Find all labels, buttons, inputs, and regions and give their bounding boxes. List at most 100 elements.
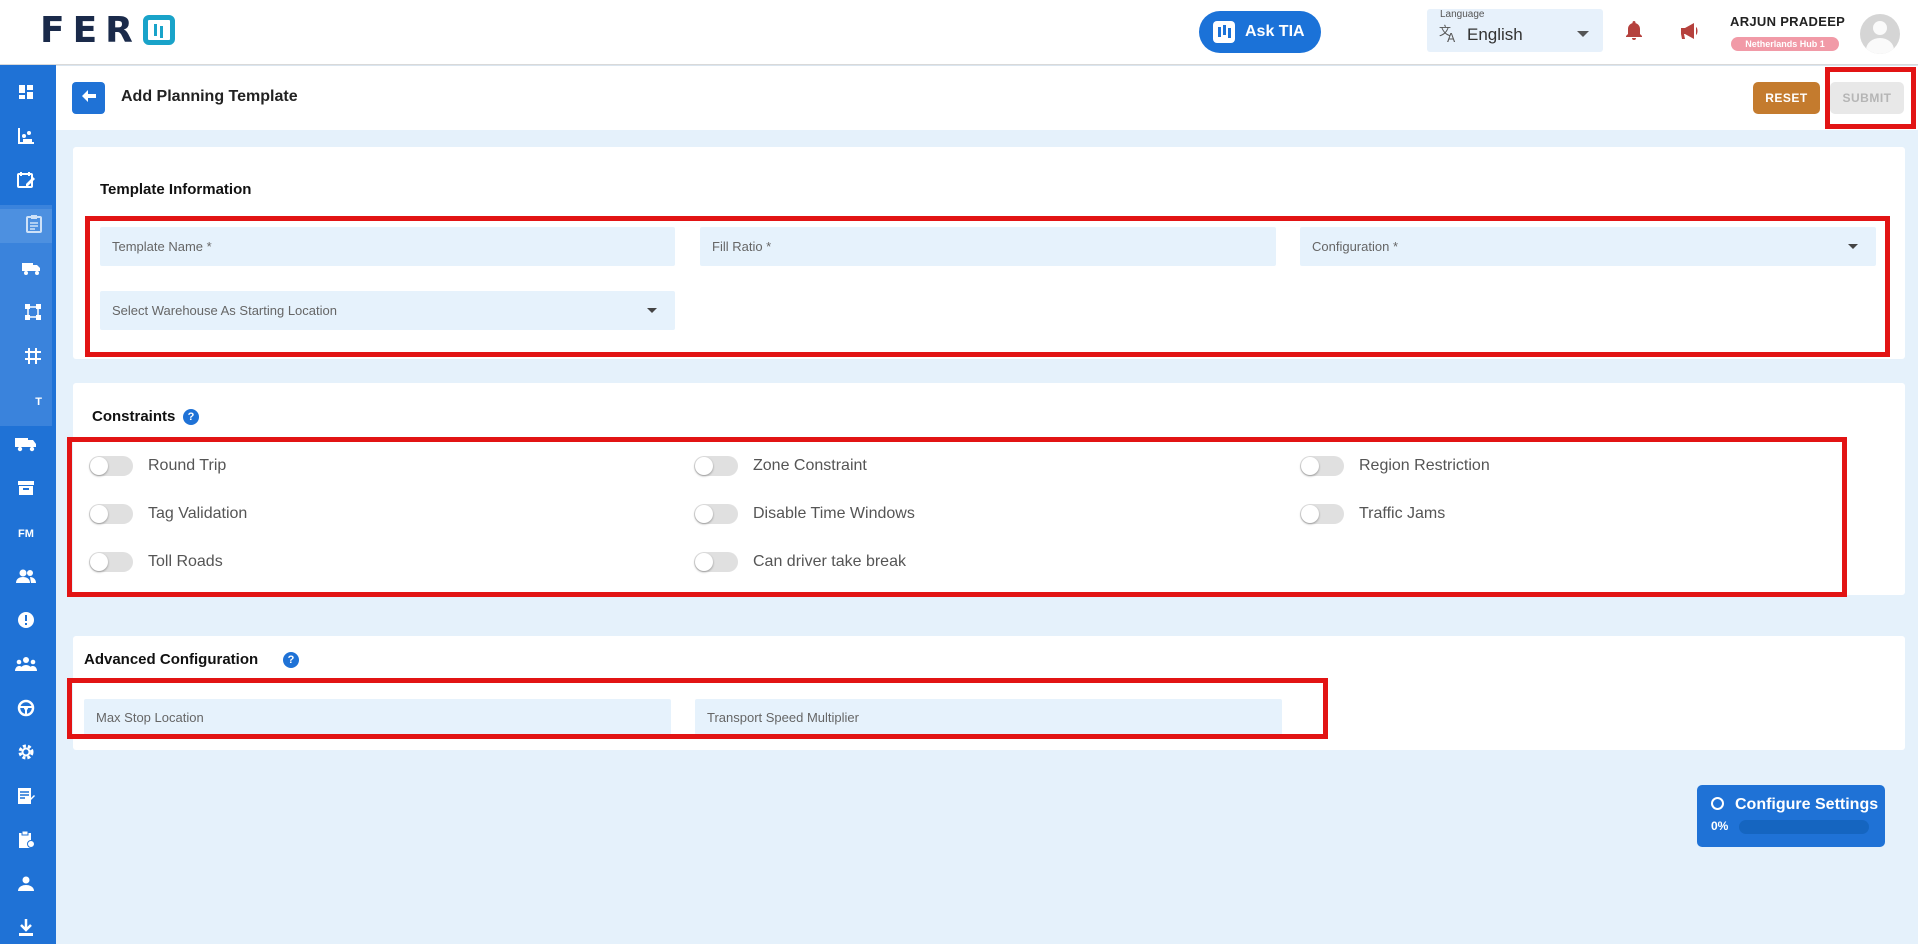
language-value: English (1467, 25, 1523, 44)
constraints-card: Constraints ? Round Trip Zone Constraint… (73, 383, 1905, 595)
fill-ratio-field[interactable] (700, 227, 1276, 266)
clipboard-icon (17, 830, 35, 854)
transport-speed-multiplier-field[interactable] (695, 699, 1282, 735)
constraint-traffic-jams: Traffic Jams (1300, 504, 1445, 524)
constraint-zone: Zone Constraint (694, 456, 867, 476)
sidebar-item-t[interactable]: T (0, 385, 52, 419)
megaphone-icon[interactable] (1679, 20, 1703, 42)
configure-settings-progress-bar (1739, 820, 1869, 834)
sidebar-item-info[interactable] (0, 605, 52, 639)
ask-tia-label: Ask TIA (1245, 23, 1305, 40)
page-title: Add Planning Template (121, 88, 298, 105)
toggle-label: Tag Validation (148, 505, 248, 522)
max-stop-location-field[interactable] (84, 699, 671, 735)
network-icon (24, 303, 42, 326)
fero-logo[interactable]: FER (40, 9, 175, 51)
team-icon (15, 656, 37, 677)
sidebar-item-grid[interactable] (0, 341, 52, 375)
sidebar-item-fm[interactable]: FM (0, 517, 52, 551)
svg-text:A: A (1447, 31, 1456, 43)
dashboard-icon (18, 84, 34, 105)
language-select[interactable]: Language 文A English (1427, 9, 1603, 52)
ask-tia-button[interactable]: Ask TIA (1199, 11, 1321, 53)
configure-settings-title: Configure Settings (1735, 796, 1879, 813)
configuration-select[interactable] (1300, 227, 1876, 266)
sidebar-item-fleet[interactable] (0, 253, 52, 287)
back-button[interactable] (72, 82, 105, 114)
sidebar-item-team[interactable] (0, 649, 52, 683)
configure-settings-percent: 0% (1711, 819, 1729, 833)
template-name-field[interactable] (100, 227, 675, 266)
sidebar-item-archive[interactable] (0, 473, 52, 507)
user-hub-badge: Netherlands Hub 1 (1731, 37, 1839, 51)
transport-speed-multiplier-input[interactable] (695, 699, 1282, 735)
toll-roads-toggle[interactable] (89, 552, 133, 572)
fill-ratio-input[interactable] (700, 227, 1276, 266)
sidebar-item-download[interactable] (0, 913, 52, 944)
user-name: ARJUN PRADEEP (1730, 14, 1846, 29)
arrow-left-icon (81, 89, 96, 107)
template-information-title: Template Information (100, 181, 252, 198)
sidebar-item-analytics[interactable] (0, 121, 52, 155)
sidebar-item-users[interactable] (0, 561, 52, 595)
circle-icon (1711, 797, 1724, 810)
delivery-truck-icon (15, 436, 37, 457)
advanced-configuration-card: Advanced Configuration ? (73, 636, 1905, 750)
sidebar: T FM (0, 65, 56, 944)
constraint-round-trip: Round Trip (89, 456, 226, 476)
avatar[interactable] (1860, 14, 1900, 54)
sidebar-item-user-badge[interactable] (0, 869, 52, 903)
constraint-region: Region Restriction (1300, 456, 1490, 476)
constraint-time-windows: Disable Time Windows (694, 504, 915, 524)
sidebar-item-settings[interactable] (0, 737, 52, 771)
template-name-input[interactable] (100, 227, 675, 266)
settings-icon (17, 743, 35, 766)
sidebar-item-clipboard[interactable] (0, 825, 52, 859)
traffic-jams-toggle[interactable] (1300, 504, 1344, 524)
region-restriction-toggle[interactable] (1300, 456, 1344, 476)
reset-button[interactable]: RESET (1753, 82, 1820, 114)
configuration-input[interactable] (1300, 227, 1876, 266)
help-icon[interactable]: ? (283, 652, 299, 668)
sidebar-item-planning[interactable] (0, 165, 52, 199)
warehouse-input[interactable] (100, 291, 675, 330)
toggle-label: Traffic Jams (1359, 505, 1446, 522)
chevron-down-icon (647, 308, 657, 313)
planning-icon (17, 171, 35, 194)
grid-icon (24, 347, 42, 370)
toggle-label: Zone Constraint (753, 457, 867, 474)
max-stop-location-input[interactable] (84, 699, 671, 735)
fm-icon: FM (18, 528, 34, 540)
submit-button[interactable]: SUBMIT (1830, 82, 1904, 114)
users-icon (16, 568, 36, 589)
constraint-toll-roads: Toll Roads (89, 552, 223, 572)
sidebar-item-notes[interactable] (0, 781, 52, 815)
notes-icon (17, 787, 35, 810)
constraints-title: Constraints (92, 408, 176, 425)
sidebar-item-delivery[interactable] (0, 429, 52, 463)
top-bar: FER Ask TIA Language 文A English ARJUN PR… (0, 0, 1918, 65)
info-icon (17, 611, 35, 634)
disable-time-windows-toggle[interactable] (694, 504, 738, 524)
tag-validation-toggle[interactable] (89, 504, 133, 524)
sidebar-item-drivers[interactable] (0, 693, 52, 727)
constraint-driver-break: Can driver take break (694, 552, 906, 572)
template-information-card: Template Information (73, 147, 1905, 359)
warehouse-select[interactable] (100, 291, 675, 330)
help-icon[interactable]: ? (183, 409, 199, 425)
sidebar-item-dashboard[interactable] (0, 77, 52, 111)
zone-constraint-toggle[interactable] (694, 456, 738, 476)
logo-mark-icon (142, 15, 175, 45)
configure-settings-widget[interactable]: Configure Settings 0% (1697, 785, 1885, 847)
template-icon (26, 214, 42, 238)
round-trip-toggle[interactable] (89, 456, 133, 476)
driver-break-toggle[interactable] (694, 552, 738, 572)
steering-wheel-icon (17, 699, 35, 722)
bell-icon[interactable] (1624, 20, 1644, 42)
sidebar-item-network[interactable] (0, 297, 52, 331)
toggle-label: Can driver take break (753, 553, 906, 570)
logo-text: FER (40, 9, 141, 51)
sidebar-item-templates[interactable] (0, 209, 52, 243)
toggle-label: Region Restriction (1359, 457, 1490, 474)
translate-icon: 文A (1439, 23, 1459, 48)
